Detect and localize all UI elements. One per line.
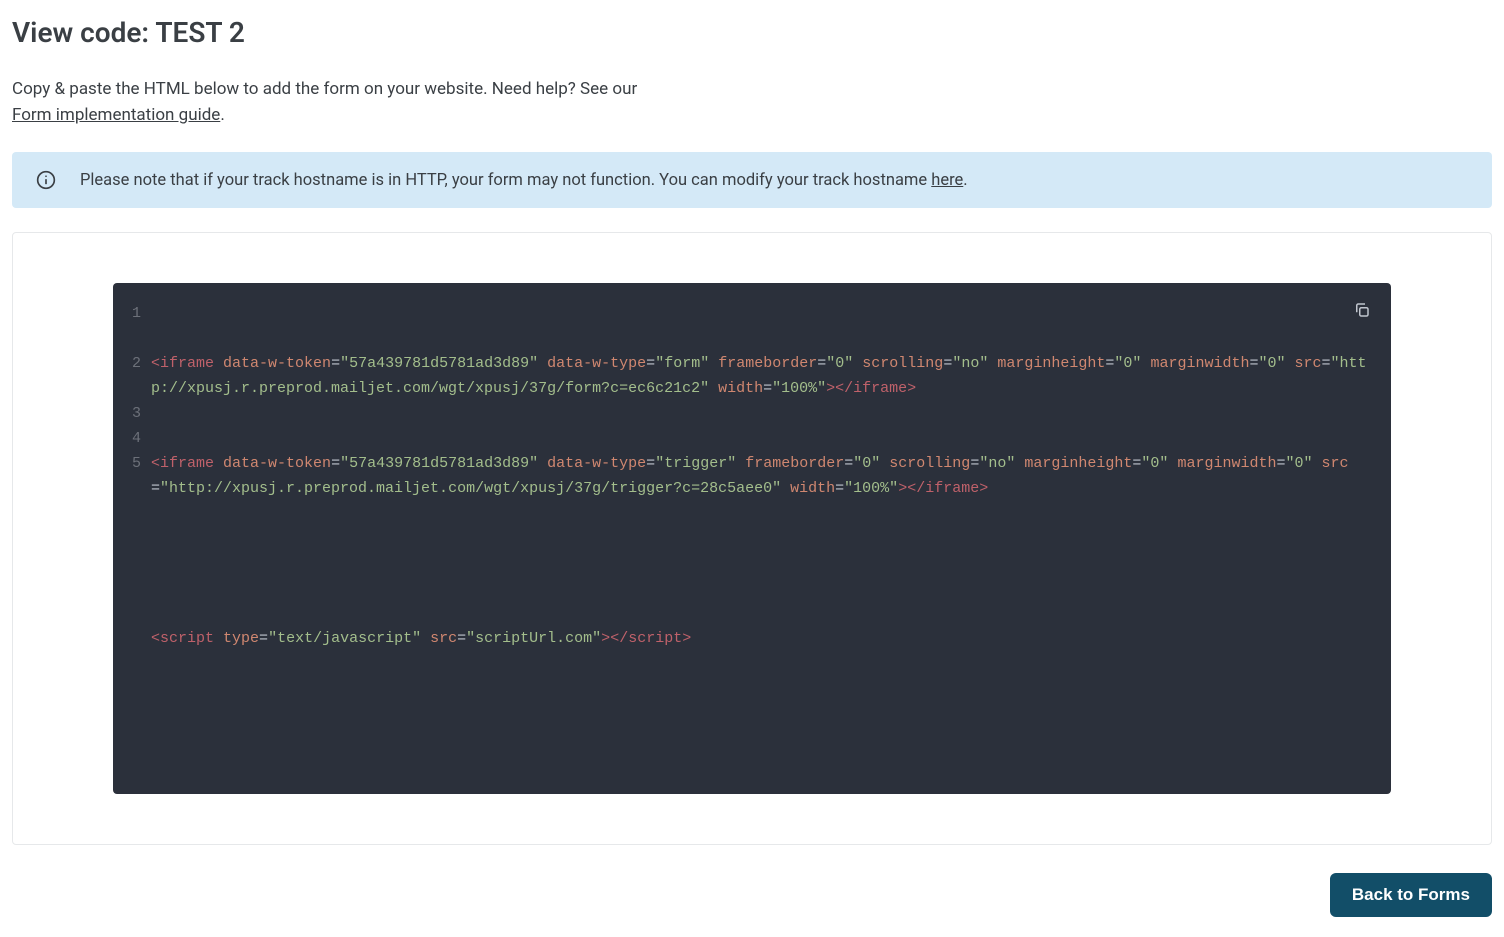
alert-text-before: Please note that if your track hostname … — [80, 171, 931, 190]
line-number: 2 — [123, 351, 141, 401]
intro-paragraph: Copy & paste the HTML below to add the f… — [12, 77, 1492, 128]
code-line: <iframe data-w-token="57a439781d5781ad3d… — [151, 451, 1371, 501]
line-number: 5 — [123, 451, 141, 476]
code-panel: 1 2 3 4 5 <iframe data-w-token="57a43978… — [12, 232, 1492, 845]
info-alert: Please note that if your track hostname … — [12, 152, 1492, 208]
line-number: 1 — [123, 301, 141, 351]
alert-text: Please note that if your track hostname … — [80, 171, 968, 190]
page-title: View code: TEST 2 — [12, 16, 1492, 49]
code-line: <script type="text/javascript" src="scri… — [151, 626, 1371, 651]
code-lines[interactable]: <iframe data-w-token="57a439781d5781ad3d… — [151, 301, 1371, 776]
copy-icon — [1353, 301, 1371, 322]
alert-text-after: . — [963, 171, 967, 190]
copy-button[interactable] — [1349, 297, 1375, 326]
line-number: 3 — [123, 401, 141, 426]
info-icon — [36, 170, 56, 190]
code-line: <iframe data-w-token="57a439781d5781ad3d… — [151, 351, 1371, 401]
view-code-page: View code: TEST 2 Copy & paste the HTML … — [0, 0, 1504, 937]
line-number-gutter: 1 2 3 4 5 — [123, 301, 151, 776]
intro-text: Copy & paste the HTML below to add the f… — [12, 79, 637, 99]
line-number: 4 — [123, 426, 141, 451]
back-to-forms-button[interactable]: Back to Forms — [1330, 873, 1492, 917]
modify-hostname-link[interactable]: here — [931, 171, 963, 190]
form-implementation-guide-link[interactable]: Form implementation guide — [12, 105, 220, 125]
code-line — [151, 701, 1371, 726]
footer-actions: Back to Forms — [12, 873, 1492, 917]
intro-text-after: . — [220, 105, 224, 125]
code-line — [151, 551, 1371, 576]
code-block: 1 2 3 4 5 <iframe data-w-token="57a43978… — [113, 283, 1391, 794]
